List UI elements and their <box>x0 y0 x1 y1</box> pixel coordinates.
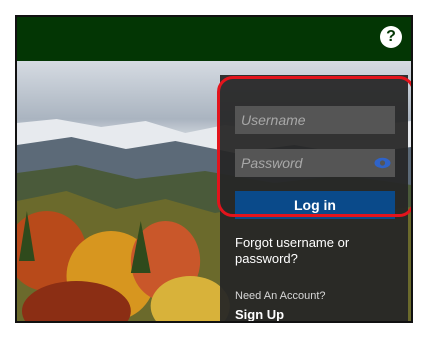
sign-up-link[interactable]: Sign Up <box>235 307 284 321</box>
help-question-icon[interactable]: ? <box>380 26 402 48</box>
top-header-bar: ? <box>17 17 411 61</box>
eye-icon[interactable] <box>374 157 391 169</box>
need-account-label: Need An Account? <box>235 290 326 302</box>
username-input[interactable] <box>235 106 395 134</box>
login-panel: Log in Forgot username or password? Need… <box>220 75 408 321</box>
app-frame: ? Log in Forgot username or password? Ne… <box>15 15 413 323</box>
log-in-button[interactable]: Log in <box>235 191 395 219</box>
forgot-credentials-link[interactable]: Forgot username or password? <box>235 235 400 267</box>
password-input[interactable] <box>235 149 395 177</box>
